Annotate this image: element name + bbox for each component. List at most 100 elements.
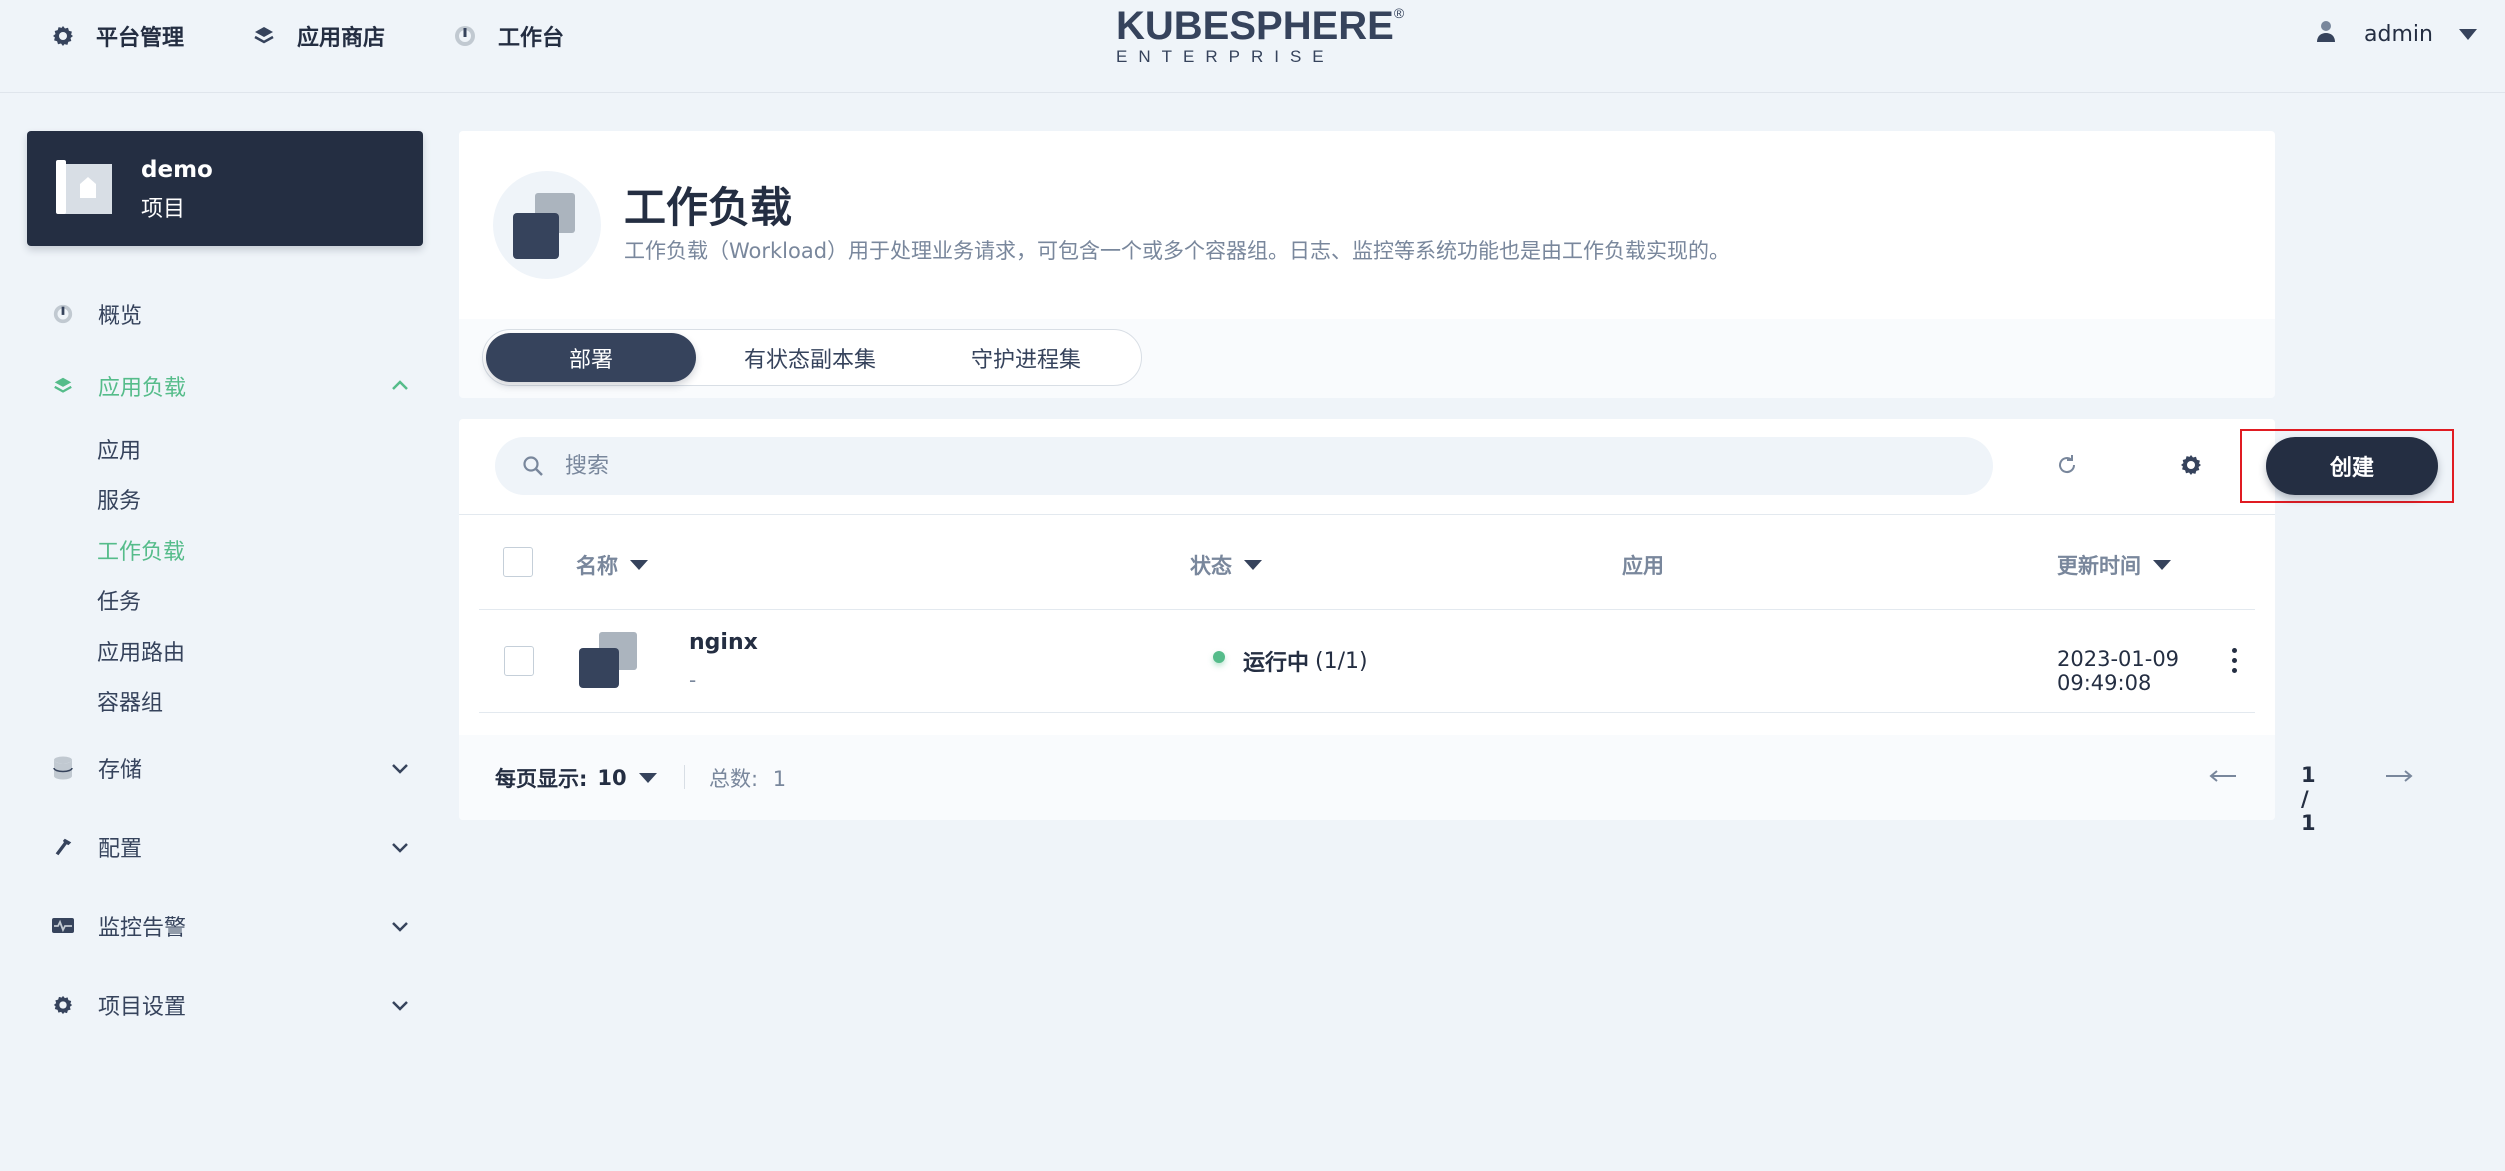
workload-header-icon (493, 171, 601, 279)
tab-strip: 部署 有状态副本集 守护进程集 (459, 319, 2275, 398)
sidebar-item-label: 存储 (98, 758, 143, 783)
page-header: 工作负载 工作负载（Workload）用于处理业务请求，可包含一个或多个容器组。… (459, 131, 2275, 319)
divider (684, 765, 685, 789)
refresh-button[interactable] (2051, 449, 2083, 481)
chevron-down-icon[interactable] (390, 758, 410, 778)
arrow-right-icon (2386, 770, 2413, 782)
total-value: 1 (772, 767, 787, 791)
user-icon (2316, 19, 2336, 49)
project-name: demo (141, 157, 213, 183)
gear-icon (50, 23, 76, 49)
chevron-down-icon[interactable] (390, 837, 410, 857)
layers-icon (50, 373, 76, 399)
sidebar-subitem-apps[interactable]: 应用 (97, 432, 141, 466)
table-toolbar: 创建 (459, 419, 2454, 515)
tab-statefulsets[interactable]: 有状态副本集 (705, 333, 915, 382)
project-card[interactable]: demo 项目 (27, 131, 423, 246)
page-size-select[interactable]: 每页显示: 10 (495, 763, 657, 793)
sidebar-subitem-workloads[interactable]: 工作负载 (97, 533, 185, 567)
create-button[interactable]: 创建 (2266, 437, 2438, 495)
workload-table-panel: 创建 名称 状态 应用 更新时间 nginx - (459, 419, 2454, 835)
workload-description: - (689, 668, 697, 692)
caret-down-icon (2458, 22, 2477, 47)
monitor-icon (50, 913, 76, 939)
project-icon (56, 160, 112, 216)
column-header-app: 应用 (1622, 550, 1664, 580)
user-menu[interactable]: admin (2316, 16, 2477, 52)
page-size-value: 10 (597, 766, 627, 790)
column-header-updated[interactable]: 更新时间 (2057, 550, 2171, 580)
sidebar-item-label: 监控告警 (98, 916, 187, 941)
table-header: 名称 状态 应用 更新时间 (459, 515, 2275, 609)
sidebar-item-overview[interactable]: 概览 (50, 294, 410, 334)
column-header-status[interactable]: 状态 (1190, 550, 1262, 580)
total-label: 总数: (709, 767, 759, 791)
database-icon (50, 755, 76, 781)
sidebar-item-label: 项目设置 (98, 995, 187, 1020)
sidebar-item-label: 概览 (98, 304, 143, 329)
workload-icon (579, 632, 637, 690)
more-dot (2231, 647, 2237, 653)
sidebar-item-label: 应用负载 (98, 376, 187, 401)
status-replicas: (1/1) (1315, 648, 1368, 674)
search-input[interactable] (565, 453, 1865, 479)
refresh-icon (2059, 455, 2076, 474)
nav-app-store-label: 应用商店 (297, 26, 386, 51)
column-header-label: 名称 (576, 554, 618, 578)
column-header-label: 状态 (1190, 554, 1232, 578)
tab-daemonsets[interactable]: 守护进程集 (921, 333, 1131, 382)
column-header-name[interactable]: 名称 (576, 550, 648, 580)
layers-icon (251, 23, 277, 49)
status-dot-icon (1213, 651, 1225, 663)
workload-type-tabs: 部署 有状态副本集 守护进程集 (482, 329, 1142, 386)
sidebar-item-app-workloads[interactable]: 应用负载 (50, 366, 410, 406)
table-footer: 每页显示: 10 总数: 1 1 / 1 (459, 735, 2413, 835)
more-dot (2231, 657, 2237, 663)
sidebar-item-config[interactable]: 配置 (50, 827, 410, 867)
gear-icon (2181, 455, 2201, 475)
total-count: 总数: 1 (709, 763, 786, 793)
sidebar-subitem-ingresses[interactable]: 应用路由 (97, 634, 185, 668)
chevron-down-icon[interactable] (390, 995, 410, 1015)
tab-deployments[interactable]: 部署 (486, 333, 696, 382)
user-name: admin (2364, 21, 2433, 47)
logo-tagline: ENTERPRISE (1116, 46, 1335, 66)
hammer-icon (50, 834, 76, 860)
logo-registered-mark: ® (1393, 4, 1405, 21)
caret-down-icon (1244, 560, 1262, 570)
column-header-label: 应用 (1622, 554, 1664, 578)
sidebar-item-project-settings[interactable]: 项目设置 (50, 985, 410, 1025)
sidebar-subitem-jobs[interactable]: 任务 (97, 583, 141, 617)
previous-page-button[interactable] (2208, 763, 2238, 789)
row-checkbox[interactable] (504, 646, 534, 676)
workload-name-link[interactable]: nginx (689, 630, 758, 655)
next-page-button[interactable] (2384, 763, 2414, 789)
arrow-left-icon (2209, 770, 2236, 782)
more-actions-button[interactable] (2219, 640, 2249, 680)
nav-workbench[interactable]: 工作台 (452, 18, 564, 54)
dashboard-icon (50, 301, 76, 327)
table-settings-button[interactable] (2175, 449, 2207, 481)
logo-wordmark: KUBESPHERE (1116, 3, 1394, 48)
top-navigation-bar: 平台管理 应用商店 工作台 KUBESPHERE® ENTERPRISE adm… (0, 0, 2505, 93)
sidebar-item-monitoring[interactable]: 监控告警 (50, 906, 410, 946)
page-title: 工作负载 (624, 183, 793, 232)
nav-platform-management[interactable]: 平台管理 (50, 18, 184, 54)
search-bar[interactable] (495, 437, 1993, 495)
sidebar-item-storage[interactable]: 存储 (50, 748, 410, 788)
sidebar-subitem-pods[interactable]: 容器组 (97, 684, 163, 718)
table-row[interactable]: nginx - 运行中 (1/1) 2023-01-09 09:49:08 (479, 609, 2255, 713)
chevron-up-icon[interactable] (390, 376, 410, 396)
status-text: 运行中 (1243, 651, 1310, 676)
chevron-down-icon[interactable] (390, 916, 410, 936)
status-badge: 运行中 (1/1) (1213, 645, 1368, 677)
column-header-label: 更新时间 (2057, 554, 2141, 578)
sidebar-subitem-services[interactable]: 服务 (97, 482, 141, 516)
nav-workbench-label: 工作台 (498, 26, 565, 51)
caret-down-icon (2153, 560, 2171, 570)
kubesphere-logo[interactable]: KUBESPHERE® ENTERPRISE (1102, 2, 1405, 68)
dashboard-icon (452, 23, 478, 49)
select-all-checkbox[interactable] (503, 547, 533, 577)
sidebar-item-label: 配置 (98, 837, 143, 862)
nav-app-store[interactable]: 应用商店 (251, 18, 385, 54)
